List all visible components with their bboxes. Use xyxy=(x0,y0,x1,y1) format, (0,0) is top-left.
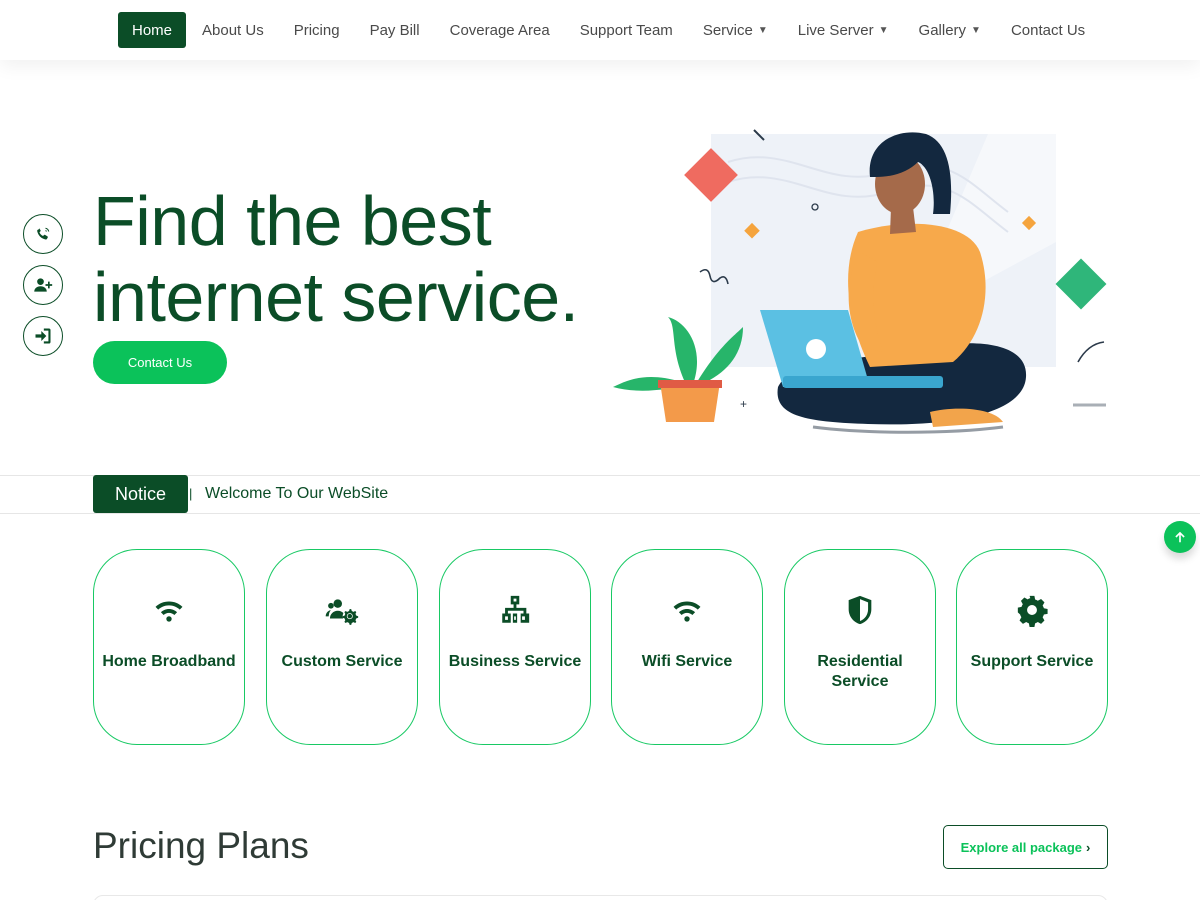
nav-live-server-dropdown[interactable]: Live Server ▼ xyxy=(798,12,889,48)
nav-gallery-label: Gallery xyxy=(918,21,967,39)
laptop-base xyxy=(783,376,943,388)
service-card-residential-service[interactable]: Residential Service xyxy=(784,549,936,745)
nav-home[interactable]: Home xyxy=(118,12,187,48)
chevron-down-icon: ▼ xyxy=(878,24,889,36)
nav-pricing[interactable]: Pricing xyxy=(294,12,340,48)
notice-message: Welcome To Our WebSite xyxy=(205,485,389,502)
nav-gallery-dropdown[interactable]: Gallery ▼ xyxy=(919,12,981,48)
users-cog-icon xyxy=(324,592,360,628)
wifi-icon xyxy=(151,592,187,628)
network-icon xyxy=(497,592,533,628)
chevron-down-icon: ▼ xyxy=(971,24,981,36)
squiggle-right xyxy=(1077,341,1105,363)
service-card-wifi-service[interactable]: Wifi Service xyxy=(611,549,763,745)
nav-coverage-area[interactable]: Coverage Area xyxy=(450,12,550,48)
shield-icon xyxy=(842,592,878,628)
service-card-label: Support Service xyxy=(970,653,1094,670)
notice-separator: | xyxy=(189,486,193,501)
service-card-home-broadband[interactable]: Home Broadband xyxy=(93,549,245,745)
register-button[interactable] xyxy=(23,265,63,305)
explore-packages-label: Explore all package xyxy=(960,839,1083,855)
user-plus-icon xyxy=(34,278,53,292)
chevron-right-icon: › xyxy=(1086,839,1091,855)
login-button[interactable] xyxy=(23,316,63,356)
service-card-label: Wifi Service xyxy=(641,653,733,670)
service-card-support-service[interactable]: Support Service xyxy=(956,549,1108,745)
top-navbar: Home About Us Pricing Pay Bill Coverage … xyxy=(0,0,1200,60)
service-card-label: Home Broadband xyxy=(102,653,236,670)
explore-packages-button[interactable]: Explore all package › xyxy=(943,825,1108,869)
pricing-card xyxy=(93,895,1108,900)
sign-in-icon xyxy=(35,328,51,344)
arrow-up-icon xyxy=(1175,531,1185,543)
gear-icon xyxy=(1014,592,1050,628)
plant-pot-rim xyxy=(658,380,722,388)
phone-call-icon xyxy=(37,227,50,240)
hero-title-line-1: Find the best xyxy=(93,182,492,260)
hero-contact-button[interactable]: Contact Us xyxy=(93,341,227,384)
nav-service-label: Service xyxy=(702,21,753,39)
pricing-section-title: Pricing Plans xyxy=(93,825,309,866)
phone-call-button[interactable] xyxy=(23,214,63,254)
service-card-label: Business Service xyxy=(448,653,582,670)
nav-support-team[interactable]: Support Team xyxy=(580,12,673,48)
svg-text:+: + xyxy=(740,397,747,411)
notice-badge: Notice xyxy=(93,475,188,513)
nav-contact-us[interactable]: Contact Us xyxy=(1011,12,1085,48)
service-card-label: Custom Service xyxy=(281,653,403,670)
hero-title: Find the best internet service. xyxy=(93,183,653,335)
service-card-custom-service[interactable]: Custom Service xyxy=(266,549,418,745)
nav-pay-bill[interactable]: Pay Bill xyxy=(370,12,420,48)
service-card-business-service[interactable]: Business Service xyxy=(439,549,591,745)
wifi-icon xyxy=(669,592,705,628)
chevron-down-icon: ▼ xyxy=(757,24,768,36)
service-card-label: Residential Service xyxy=(817,653,903,690)
hero-title-line-2: internet service. xyxy=(93,258,579,336)
nav-about-us[interactable]: About Us xyxy=(202,12,264,48)
green-diamond xyxy=(1055,258,1107,310)
scroll-to-top-button[interactable] xyxy=(1164,521,1196,553)
person-feet xyxy=(930,408,1003,427)
nav-service-dropdown[interactable]: Service ▼ xyxy=(703,12,768,48)
nav-live-server-label: Live Server xyxy=(797,21,874,39)
hero-illustration: + xyxy=(613,129,1107,434)
